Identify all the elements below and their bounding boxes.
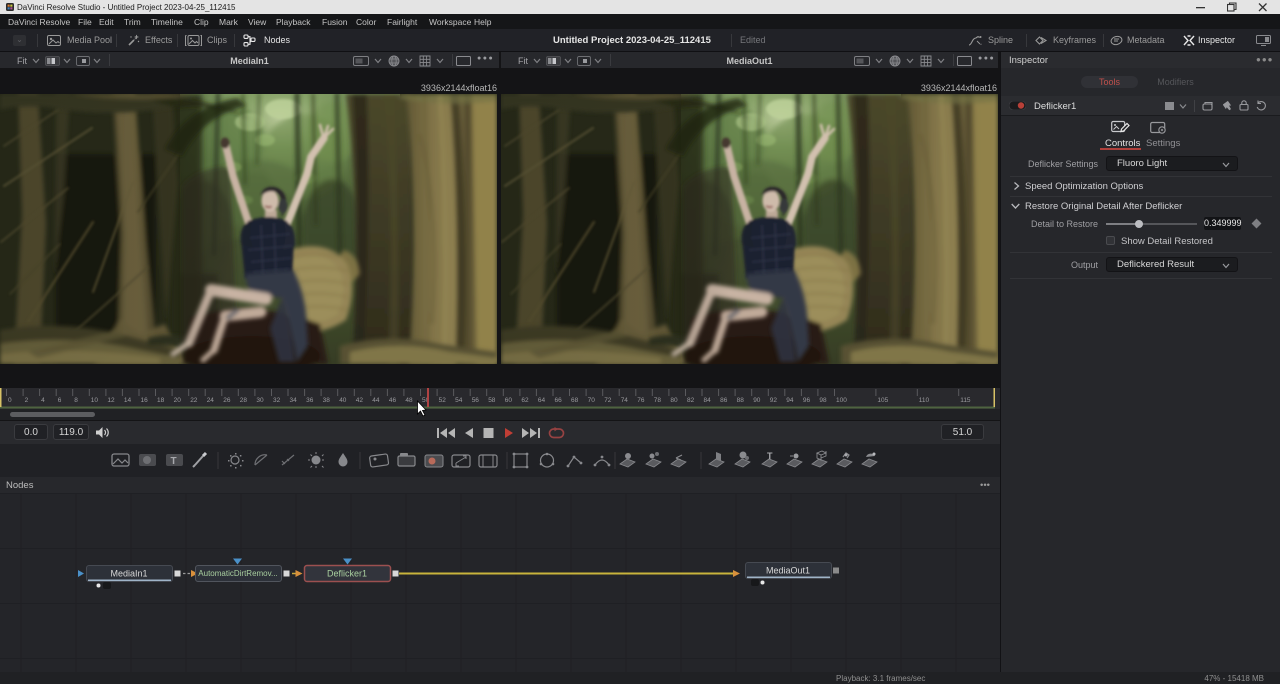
svg-text:66: 66 — [555, 397, 563, 404]
svg-text:74: 74 — [621, 397, 629, 404]
svg-text:26: 26 — [223, 397, 231, 404]
svg-text:100: 100 — [836, 397, 847, 404]
svg-text:110: 110 — [919, 397, 930, 404]
svg-text:80: 80 — [670, 397, 678, 404]
svg-text:84: 84 — [704, 397, 712, 404]
svg-text:28: 28 — [240, 397, 248, 404]
svg-text:MediaIn1: MediaIn1 — [110, 569, 147, 579]
svg-text:20: 20 — [174, 397, 182, 404]
svg-text:16: 16 — [141, 397, 149, 404]
svg-text:64: 64 — [538, 397, 546, 404]
svg-text:115: 115 — [960, 397, 971, 404]
svg-text:0: 0 — [8, 397, 12, 404]
svg-text:94: 94 — [786, 397, 794, 404]
svg-text:22: 22 — [190, 397, 198, 404]
svg-text:T: T — [171, 456, 177, 467]
svg-text:34: 34 — [290, 397, 298, 404]
svg-text:62: 62 — [521, 397, 529, 404]
svg-text:98: 98 — [819, 397, 827, 404]
svg-text:68: 68 — [571, 397, 579, 404]
svg-text:32: 32 — [273, 397, 281, 404]
svg-text:52: 52 — [439, 397, 447, 404]
svg-text:58: 58 — [488, 397, 496, 404]
svg-text:46: 46 — [389, 397, 397, 404]
svg-text:6: 6 — [58, 397, 62, 404]
svg-text:8: 8 — [74, 397, 78, 404]
svg-text:96: 96 — [803, 397, 811, 404]
svg-text:AutomaticDirtRemov...: AutomaticDirtRemov... — [198, 569, 277, 578]
svg-text:76: 76 — [637, 397, 645, 404]
svg-text:12: 12 — [107, 397, 115, 404]
svg-text:MediaOut1: MediaOut1 — [766, 566, 810, 576]
svg-text:40: 40 — [339, 397, 347, 404]
svg-text:44: 44 — [372, 397, 380, 404]
svg-text:60: 60 — [505, 397, 513, 404]
svg-text:86: 86 — [720, 397, 728, 404]
svg-text:2: 2 — [25, 397, 29, 404]
svg-text:30: 30 — [256, 397, 264, 404]
svg-text:90: 90 — [753, 397, 761, 404]
svg-text:14: 14 — [124, 397, 132, 404]
svg-text:72: 72 — [604, 397, 612, 404]
svg-text:78: 78 — [654, 397, 662, 404]
svg-text:10: 10 — [91, 397, 99, 404]
svg-text:4: 4 — [41, 397, 45, 404]
svg-text:56: 56 — [472, 397, 480, 404]
svg-text:88: 88 — [737, 397, 745, 404]
svg-text:82: 82 — [687, 397, 695, 404]
svg-text:92: 92 — [770, 397, 778, 404]
svg-text:70: 70 — [588, 397, 596, 404]
svg-text:42: 42 — [356, 397, 364, 404]
svg-text:54: 54 — [455, 397, 463, 404]
svg-text:Deflicker1: Deflicker1 — [327, 569, 367, 579]
svg-text:38: 38 — [323, 397, 331, 404]
svg-text:36: 36 — [306, 397, 314, 404]
svg-text:105: 105 — [877, 397, 888, 404]
svg-text:24: 24 — [207, 397, 215, 404]
svg-text:T: T — [767, 451, 773, 461]
svg-text:18: 18 — [157, 397, 165, 404]
svg-text:48: 48 — [405, 397, 413, 404]
